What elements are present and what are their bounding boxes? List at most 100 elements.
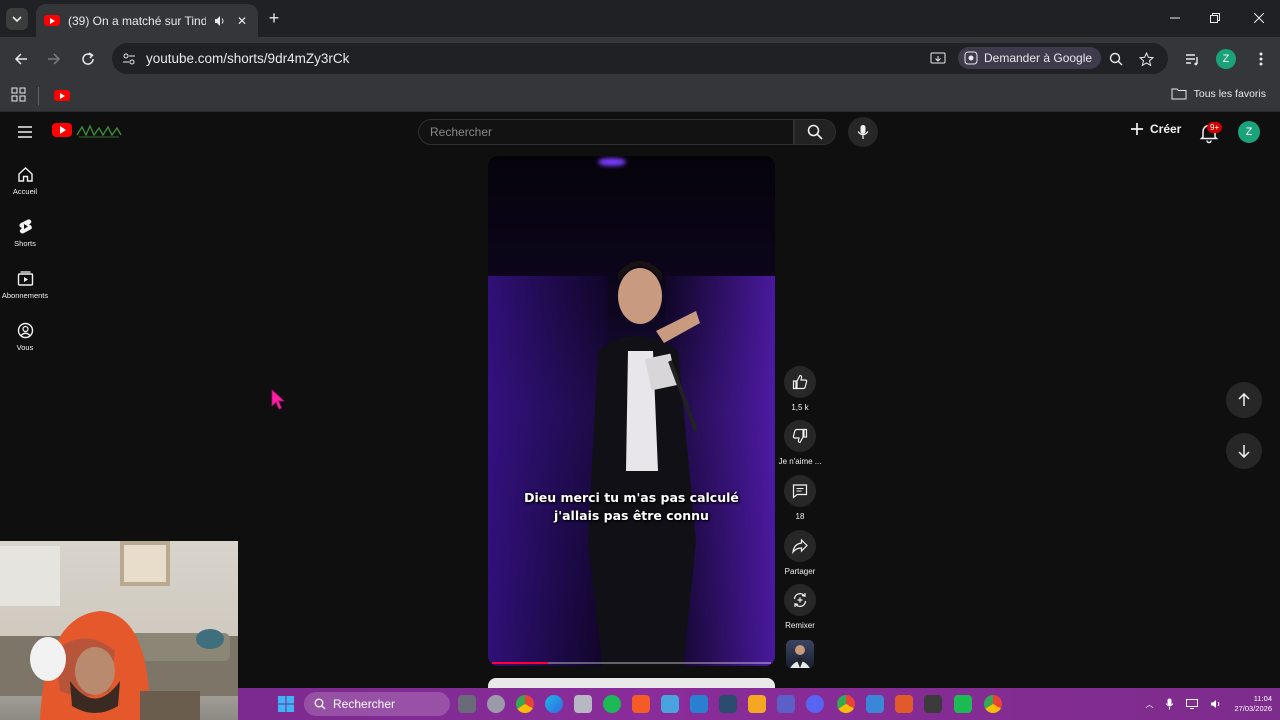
tab-title: (39) On a matché sur Tinder 🥵 xyxy=(68,13,206,28)
youtube-bookmark-icon[interactable] xyxy=(54,90,70,101)
youtube-logo-icon[interactable] xyxy=(52,123,72,137)
app-icon-9[interactable] xyxy=(954,695,972,713)
comment-count: 18 xyxy=(795,512,805,521)
dislike-button[interactable]: Je n'aime ... xyxy=(779,420,821,466)
youtube-doodle-logo[interactable] xyxy=(76,123,122,139)
more-menu-icon[interactable] xyxy=(1250,48,1272,70)
ask-google-button[interactable]: Demander à Google xyxy=(958,47,1102,69)
bookmark-star-icon[interactable] xyxy=(1135,48,1157,70)
close-window-icon[interactable] xyxy=(1244,8,1274,28)
network-icon[interactable] xyxy=(1186,699,1199,709)
sidebar-item-vous[interactable]: Vous xyxy=(0,322,50,352)
chrome-profile-icon[interactable] xyxy=(984,695,1002,713)
app-icon-6[interactable] xyxy=(866,695,884,713)
previous-short-button[interactable] xyxy=(1226,382,1262,418)
app-icon-3[interactable] xyxy=(661,695,679,713)
voice-search-button[interactable] xyxy=(848,117,878,147)
clock[interactable]: 11:04 27/03/2026 xyxy=(1234,694,1272,714)
stage-light xyxy=(598,158,626,166)
forward-arrow-icon[interactable] xyxy=(43,48,65,70)
zoom-search-icon[interactable] xyxy=(1105,48,1127,70)
menu-hamburger-icon[interactable] xyxy=(16,123,34,141)
account-avatar[interactable]: Z xyxy=(1238,121,1260,143)
channel-thumbnail-image xyxy=(790,645,810,668)
close-tab-icon[interactable]: ✕ xyxy=(234,14,250,28)
minimize-window-icon[interactable] xyxy=(1160,8,1190,28)
plus-icon xyxy=(1131,123,1143,135)
app-icon-7[interactable] xyxy=(895,695,913,713)
apps-grid-icon[interactable] xyxy=(11,87,26,107)
search-button[interactable] xyxy=(794,119,836,145)
sidebar-item-abonnements[interactable]: Abonnements xyxy=(0,270,50,300)
bookmarks-divider xyxy=(38,87,39,105)
like-count: 1,5 k xyxy=(791,403,809,412)
share-icon xyxy=(792,538,808,554)
app-icon-4[interactable] xyxy=(690,695,708,713)
subscriptions-icon xyxy=(17,271,33,286)
dislike-label: Je n'aime ... xyxy=(778,457,822,466)
microphone-icon xyxy=(857,125,869,139)
remix-button[interactable]: Remixer xyxy=(782,584,818,630)
app-icon-2[interactable] xyxy=(632,695,650,713)
search-icon xyxy=(807,124,823,140)
google-lens-icon xyxy=(964,51,978,65)
next-short-button[interactable] xyxy=(1226,433,1262,469)
url-text[interactable]: youtube.com/shorts/9dr4mZy3rCk xyxy=(146,51,349,66)
you-icon xyxy=(17,322,33,339)
share-button[interactable]: Partager xyxy=(782,530,818,576)
spotify-icon[interactable] xyxy=(603,695,621,713)
create-label: Créer xyxy=(1150,122,1182,136)
profile-avatar: Z xyxy=(1216,49,1236,69)
all-bookmarks-button[interactable]: Tous les favoris xyxy=(1171,87,1266,100)
comment-icon xyxy=(792,484,808,499)
install-app-icon[interactable] xyxy=(927,48,949,70)
app-icon-8[interactable] xyxy=(924,695,942,713)
audio-playing-icon[interactable] xyxy=(214,15,226,27)
like-button[interactable]: 1,5 k xyxy=(782,366,818,412)
arrow-up-icon xyxy=(1238,393,1250,406)
taskbar-search[interactable]: Rechercher xyxy=(304,692,450,716)
sidebar-item-label: Shorts xyxy=(14,239,36,248)
search-input[interactable]: Rechercher xyxy=(418,119,794,145)
microphone-tray-icon[interactable] xyxy=(1165,698,1174,710)
clock-time: 11:04 xyxy=(1253,694,1272,703)
profile-button[interactable]: Z xyxy=(1215,48,1237,70)
volume-icon[interactable] xyxy=(1210,699,1222,709)
sidebar-item-shorts[interactable]: Shorts xyxy=(0,218,50,248)
clock-date: 27/03/2026 xyxy=(1234,704,1272,713)
media-controls-icon[interactable] xyxy=(1181,48,1203,70)
comments-button[interactable]: 18 xyxy=(782,475,818,521)
sidebar-item-label: Accueil xyxy=(12,187,38,196)
shorts-icon xyxy=(18,219,32,234)
restore-window-icon[interactable] xyxy=(1200,8,1230,28)
back-arrow-icon[interactable] xyxy=(10,48,32,70)
ask-google-label: Demander à Google xyxy=(984,51,1093,65)
file-explorer-icon[interactable] xyxy=(748,695,766,713)
browser-tab-active[interactable]: (39) On a matché sur Tinder 🥵 ✕ xyxy=(36,4,258,37)
edge-icon[interactable] xyxy=(545,695,563,713)
task-view-icon[interactable] xyxy=(458,695,476,713)
short-video-player[interactable]: Dieu merci tu m'as pas calculé j'allais … xyxy=(488,156,775,666)
sidebar-item-accueil[interactable]: Accueil xyxy=(0,166,50,196)
tray-overflow-icon[interactable]: ︿ xyxy=(1145,699,1153,710)
site-settings-icon[interactable] xyxy=(122,52,136,66)
webcam-scene xyxy=(0,541,238,720)
caption-line-2: j'allais pas être connu xyxy=(554,508,709,523)
channel-thumbnail[interactable] xyxy=(786,640,814,668)
remix-icon xyxy=(793,593,807,607)
new-tab-button[interactable]: + xyxy=(264,8,284,28)
tab-search-button[interactable] xyxy=(6,8,28,30)
teams-icon[interactable] xyxy=(777,695,795,713)
chrome-active-icon[interactable] xyxy=(837,695,855,713)
create-button[interactable]: Créer xyxy=(1130,122,1181,136)
arrow-down-icon xyxy=(1238,445,1250,458)
video-caption: Dieu merci tu m'as pas calculé j'allais … xyxy=(488,489,775,525)
windows-start-icon[interactable] xyxy=(278,696,294,717)
app-icon-1[interactable] xyxy=(487,695,505,713)
app-icon-5[interactable] xyxy=(719,695,737,713)
video-progress-bar[interactable] xyxy=(492,662,771,664)
store-icon[interactable] xyxy=(574,695,592,713)
discord-icon[interactable] xyxy=(806,695,824,713)
reload-icon[interactable] xyxy=(77,48,99,70)
chrome-icon[interactable] xyxy=(516,695,534,713)
